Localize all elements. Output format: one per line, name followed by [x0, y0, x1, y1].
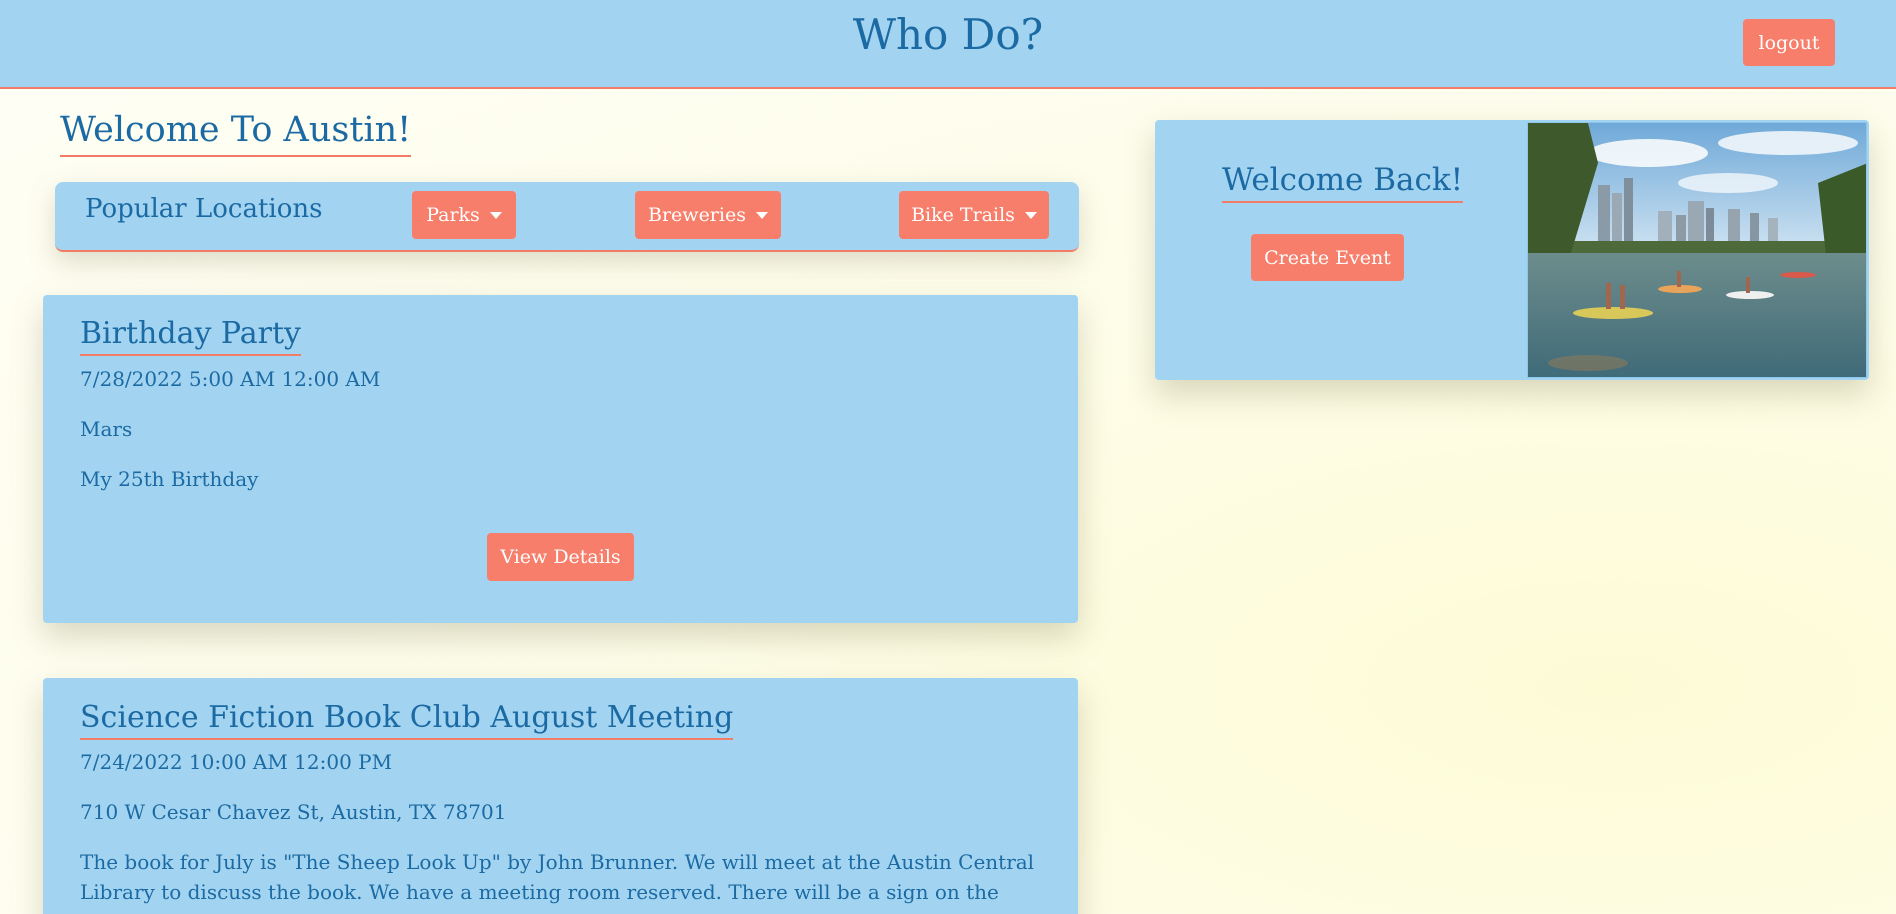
event-card: Science Fiction Book Club August Meeting…	[43, 678, 1078, 914]
bike-trails-dropdown-label: Bike Trails	[911, 204, 1015, 226]
event-datetime: 7/24/2022 10:00 AM 12:00 PM	[80, 750, 393, 774]
event-location: Mars	[80, 417, 133, 441]
breweries-dropdown-button[interactable]: Breweries	[635, 191, 781, 239]
popular-locations-label: Popular Locations	[85, 194, 323, 224]
parks-dropdown-label: Parks	[426, 204, 480, 226]
caret-down-icon	[755, 211, 768, 219]
view-details-button[interactable]: View Details	[487, 533, 634, 581]
caret-down-icon	[489, 211, 502, 219]
event-card: Birthday Party 7/28/2022 5:00 AM 12:00 A…	[43, 295, 1078, 623]
event-title: Birthday Party	[80, 315, 302, 356]
event-location: 710 W Cesar Chavez St, Austin, TX 78701	[80, 800, 507, 824]
header: Who Do? logout	[0, 0, 1896, 89]
event-title: Science Fiction Book Club August Meeting	[80, 699, 734, 740]
page-title: Welcome To Austin!	[60, 108, 412, 157]
welcome-back-card: Welcome Back! Create Event	[1155, 120, 1869, 380]
welcome-back-heading: Welcome Back!	[1222, 160, 1464, 203]
caret-down-icon	[1024, 211, 1037, 219]
logout-button[interactable]: logout	[1743, 19, 1835, 66]
parks-dropdown-button[interactable]: Parks	[412, 191, 516, 239]
austin-skyline-image	[1528, 123, 1866, 377]
popular-locations-bar: Popular Locations Parks Breweries Bike T…	[55, 182, 1079, 252]
site-title: Who Do?	[852, 10, 1044, 59]
event-description: The book for July is "The Sheep Look Up"…	[80, 850, 1035, 914]
create-event-button[interactable]: Create Event	[1251, 234, 1404, 281]
bike-trails-dropdown-button[interactable]: Bike Trails	[899, 191, 1049, 239]
event-description: My 25th Birthday	[80, 467, 259, 491]
breweries-dropdown-label: Breweries	[648, 204, 746, 226]
event-datetime: 7/28/2022 5:00 AM 12:00 AM	[80, 367, 381, 391]
austin-skyline-photo	[1527, 122, 1867, 378]
